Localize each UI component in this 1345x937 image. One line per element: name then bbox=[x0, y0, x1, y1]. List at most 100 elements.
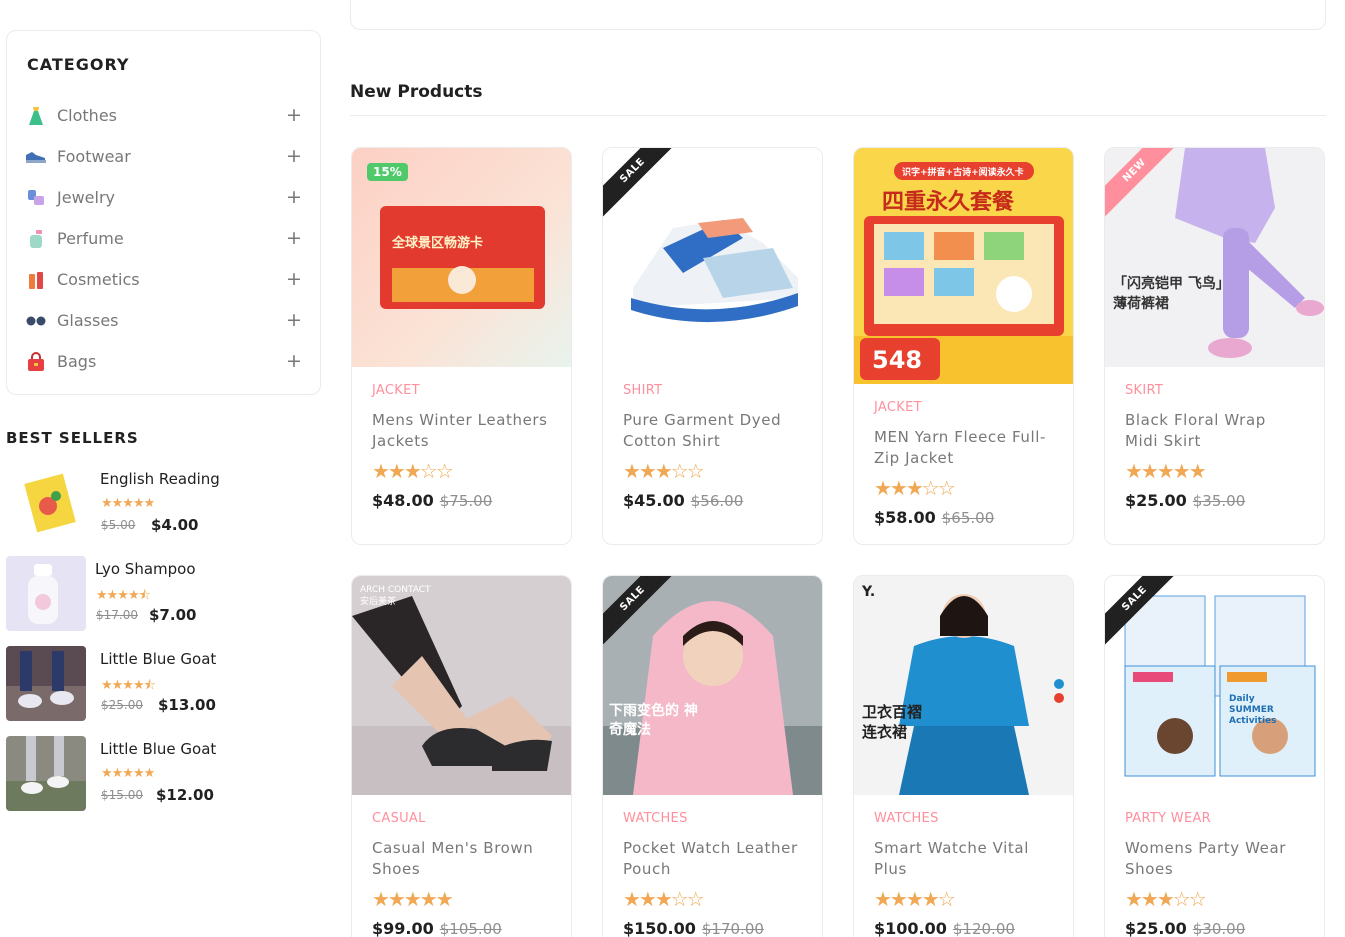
image-text: 卫衣百褶 连衣裙 bbox=[862, 703, 923, 741]
product-thumbnail[interactable] bbox=[6, 736, 86, 811]
old-price: $120.00 bbox=[952, 920, 1015, 937]
rating-stars: ★★★☆☆ bbox=[372, 459, 454, 483]
category-item-bags[interactable]: Bags + bbox=[25, 341, 302, 382]
best-seller-item[interactable]: Little Blue Goat ★★★★★ $15.00 $12.00 bbox=[6, 736, 321, 826]
bag-icon bbox=[25, 351, 47, 373]
rating-stars: ★★★★☆ bbox=[874, 887, 956, 911]
category-item-perfume[interactable]: Perfume + bbox=[25, 218, 302, 259]
old-price: $5.00 bbox=[101, 518, 136, 532]
product-title[interactable]: Pocket Watch Leather Pouch bbox=[623, 838, 802, 880]
product-title[interactable]: Casual Men's Brown Shoes bbox=[372, 838, 551, 880]
product-card[interactable]: 全球景区畅游卡 15% JACKET Mens Winter Leathers … bbox=[351, 147, 572, 545]
product-price: $99.00 $105.00 bbox=[372, 919, 551, 937]
product-title[interactable]: Pure Garment Dyed Cotton Shirt bbox=[623, 410, 802, 452]
product-title[interactable]: Smart Watche Vital Plus bbox=[874, 838, 1053, 880]
rating-stars: ★★★★⯪ bbox=[96, 588, 151, 603]
expand-plus-icon[interactable]: + bbox=[286, 147, 302, 166]
sale-price: $58.00 bbox=[874, 508, 936, 527]
product-thumbnail[interactable] bbox=[18, 466, 82, 541]
product-image[interactable]: SALE bbox=[603, 148, 822, 367]
category-label: Bags bbox=[57, 352, 97, 371]
perfume-icon bbox=[25, 228, 47, 250]
dress-icon bbox=[25, 105, 47, 127]
product-card[interactable]: 下雨变色的 神奇魔法 SALE WATCHES Pocket Watch Lea… bbox=[602, 575, 823, 937]
best-seller-item[interactable]: English Reading ★★★★★ $5.00 $4.00 bbox=[6, 466, 321, 556]
product-image[interactable]: 「闪亮铠甲 飞鸟」薄荷裤裙 NEW bbox=[1105, 148, 1324, 367]
sale-price: $13.00 bbox=[158, 696, 216, 714]
product-thumbnail[interactable] bbox=[6, 646, 86, 721]
product-title[interactable]: Mens Winter Leathers Jackets bbox=[372, 410, 551, 452]
shoe-icon bbox=[25, 146, 47, 168]
product-title[interactable]: MEN Yarn Fleece Full-Zip Jacket bbox=[874, 427, 1053, 469]
image-text: 四重永久套餐 bbox=[882, 190, 1015, 215]
best-seller-name[interactable]: Little Blue Goat bbox=[100, 650, 216, 668]
product-card[interactable]: ARCH CONTACT 安后美茶 CASUAL Casual Men's Br… bbox=[351, 575, 572, 937]
product-price: $150.00 $170.00 bbox=[623, 919, 802, 937]
product-title[interactable]: Womens Party Wear Shoes bbox=[1125, 838, 1304, 880]
product-category[interactable]: SKIRT bbox=[1125, 383, 1304, 398]
sale-price: $7.00 bbox=[149, 606, 197, 624]
best-seller-item[interactable]: Little Blue Goat ★★★★⯪ $25.00 $13.00 bbox=[6, 646, 321, 736]
image-text: Daily SUMMER Activities bbox=[1229, 694, 1277, 726]
product-price: $25.00 $35.00 bbox=[1125, 491, 1304, 510]
best-sellers-title: BEST SELLERS bbox=[6, 429, 139, 447]
product-image[interactable]: Daily SUMMER Activities SALE bbox=[1105, 576, 1324, 795]
sale-price: $150.00 bbox=[623, 919, 696, 937]
expand-plus-icon[interactable]: + bbox=[286, 229, 302, 248]
category-item-glasses[interactable]: Glasses + bbox=[25, 300, 302, 341]
product-card[interactable]: 「闪亮铠甲 飞鸟」薄荷裤裙 NEW SKIRT Black Floral Wra… bbox=[1104, 147, 1325, 545]
product-category[interactable]: JACKET bbox=[874, 400, 1053, 415]
product-category[interactable]: CASUAL bbox=[372, 811, 551, 826]
product-category[interactable]: PARTY WEAR bbox=[1125, 811, 1304, 826]
section-title: New Products bbox=[350, 82, 483, 102]
image-text: 「闪亮铠甲 飞鸟」薄荷裤裙 bbox=[1113, 276, 1223, 312]
product-card[interactable]: 识字+拼音+古诗+阅读永久卡 四重永久套餐 548 JACKET MEN Yar… bbox=[853, 147, 1074, 545]
category-item-jewelry[interactable]: Jewelry + bbox=[25, 177, 302, 218]
product-card[interactable]: Y. 卫衣百褶 连衣裙 WATCHES Smart Watche Vital P… bbox=[853, 575, 1074, 937]
sale-price: $100.00 bbox=[874, 919, 947, 937]
rating-stars: ★★★☆☆ bbox=[874, 476, 956, 500]
product-image[interactable]: ARCH CONTACT 安后美茶 bbox=[352, 576, 571, 795]
old-price: $30.00 bbox=[1192, 920, 1246, 937]
product-price: $58.00 $65.00 bbox=[874, 508, 1053, 527]
image-text: 全球景区畅游卡 bbox=[392, 236, 484, 251]
expand-plus-icon[interactable]: + bbox=[286, 188, 302, 207]
rating-stars: ★★★★★ bbox=[101, 496, 155, 511]
product-category[interactable]: WATCHES bbox=[874, 811, 1053, 826]
best-seller-name[interactable]: Little Blue Goat bbox=[100, 740, 216, 758]
cosmetics-icon bbox=[25, 269, 47, 291]
expand-plus-icon[interactable]: + bbox=[286, 106, 302, 125]
best-seller-name[interactable]: English Reading bbox=[100, 470, 220, 488]
category-title: CATEGORY bbox=[27, 55, 130, 74]
product-card[interactable]: Daily SUMMER Activities SALE PARTY WEAR … bbox=[1104, 575, 1325, 937]
sale-price: $99.00 bbox=[372, 919, 434, 937]
product-category[interactable]: JACKET bbox=[372, 383, 551, 398]
category-item-cosmetics[interactable]: Cosmetics + bbox=[25, 259, 302, 300]
old-price: $65.00 bbox=[941, 509, 995, 527]
old-price: $17.00 bbox=[96, 608, 138, 622]
rating-stars: ★★★★⯪ bbox=[101, 678, 156, 693]
product-thumbnail[interactable] bbox=[6, 556, 86, 631]
product-price: $48.00 $75.00 bbox=[372, 491, 551, 510]
product-image[interactable]: 全球景区畅游卡 15% bbox=[352, 148, 571, 367]
old-price: $105.00 bbox=[439, 920, 502, 937]
image-text: ARCH CONTACT 安后美茶 bbox=[360, 585, 431, 607]
product-card[interactable]: SALE SHIRT Pure Garment Dyed Cotton Shir… bbox=[602, 147, 823, 545]
product-image[interactable]: 识字+拼音+古诗+阅读永久卡 四重永久套餐 548 bbox=[854, 148, 1073, 384]
product-image[interactable]: 下雨变色的 神奇魔法 SALE bbox=[603, 576, 822, 795]
expand-plus-icon[interactable]: + bbox=[286, 311, 302, 330]
old-price: $25.00 bbox=[101, 698, 143, 712]
expand-plus-icon[interactable]: + bbox=[286, 270, 302, 289]
category-item-footwear[interactable]: Footwear + bbox=[25, 136, 302, 177]
category-item-clothes[interactable]: Clothes + bbox=[25, 95, 302, 136]
expand-plus-icon[interactable]: + bbox=[286, 352, 302, 371]
best-seller-name[interactable]: Lyo Shampoo bbox=[95, 560, 196, 578]
product-category[interactable]: SHIRT bbox=[623, 383, 802, 398]
brand-logo-icon: Y. bbox=[862, 584, 876, 600]
product-image[interactable]: Y. 卫衣百褶 连衣裙 bbox=[854, 576, 1073, 795]
product-price: $25.00 $30.00 bbox=[1125, 919, 1304, 937]
product-category[interactable]: WATCHES bbox=[623, 811, 802, 826]
product-price: $45.00 $56.00 bbox=[623, 491, 802, 510]
product-title[interactable]: Black Floral Wrap Midi Skirt bbox=[1125, 410, 1304, 452]
best-seller-item[interactable]: Lyo Shampoo ★★★★⯪ $17.00 $7.00 bbox=[6, 556, 321, 646]
